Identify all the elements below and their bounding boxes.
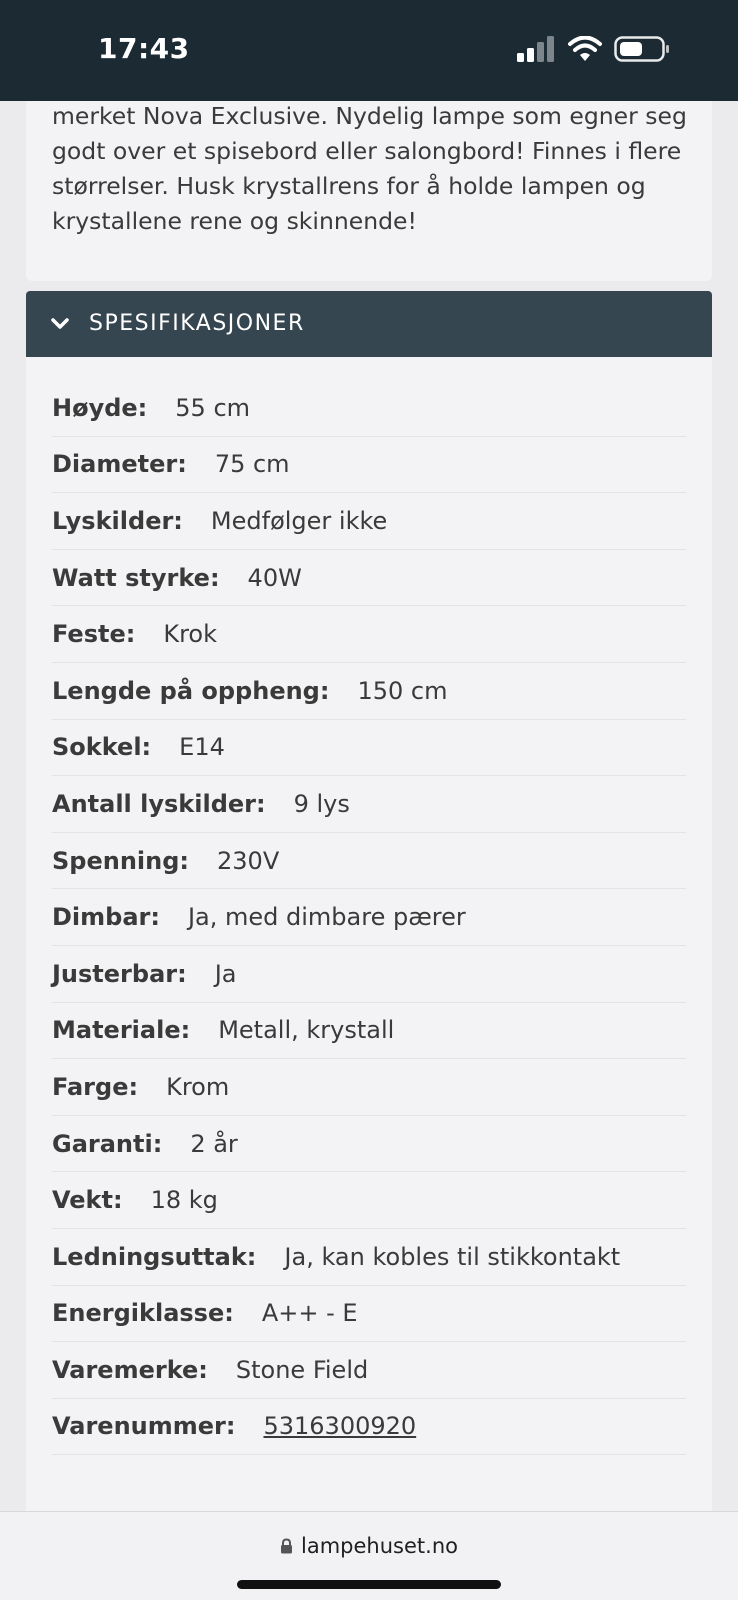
lock-icon bbox=[281, 1538, 293, 1554]
item-number-link[interactable]: 5316300920 bbox=[263, 1412, 416, 1440]
specifications-accordion-header[interactable]: SPESIFIKASJONER bbox=[26, 291, 712, 357]
home-indicator[interactable] bbox=[237, 1580, 501, 1589]
spec-label: Dimbar: bbox=[52, 903, 160, 932]
spec-value: Metall, krystall bbox=[218, 1016, 395, 1045]
spec-label: Lengde på oppheng: bbox=[52, 676, 330, 705]
spec-row: Vekt: 18 kg bbox=[52, 1172, 686, 1229]
spec-label: Feste: bbox=[52, 620, 136, 649]
battery-icon bbox=[614, 36, 669, 62]
description-card: merket Nova Exclusive. Nydelig lampe som… bbox=[26, 101, 712, 281]
spec-value: Krom bbox=[166, 1072, 230, 1101]
url-text: lampehuset.no bbox=[301, 1534, 458, 1558]
spec-value: A++ - E bbox=[261, 1299, 358, 1328]
spec-row: Varemerke: Stone Field bbox=[52, 1342, 686, 1399]
spec-row: Diameter: 75 cm bbox=[52, 437, 686, 494]
spec-value: 230V bbox=[217, 846, 280, 875]
spec-row: Farge: Krom bbox=[52, 1059, 686, 1116]
specifications-list: Høyde: 55 cm Diameter: 75 cm Lyskilder: Medfø… bbox=[52, 380, 686, 1456]
spec-row: Lyskilder: Medfølger ikke bbox=[52, 493, 686, 550]
spec-value: Medfølger ikke bbox=[210, 506, 388, 535]
spec-value: Krok bbox=[163, 620, 218, 649]
spec-value: Ja bbox=[214, 959, 237, 988]
spec-label: Høyde: bbox=[52, 393, 148, 422]
spec-label: Varenummer: bbox=[52, 1412, 236, 1441]
status-time: 17:43 bbox=[98, 32, 190, 65]
specifications-body: Høyde: 55 cm Diameter: 75 cm Lyskilder: Medfø… bbox=[26, 357, 712, 1511]
spec-row: Dimbar: Ja, med dimbare pærer bbox=[52, 889, 686, 946]
wifi-icon bbox=[568, 36, 602, 61]
spec-value: 18 kg bbox=[150, 1186, 218, 1215]
spec-value: Ja, kan kobles til stikkontakt bbox=[284, 1242, 621, 1271]
spec-label: Materiale: bbox=[52, 1016, 191, 1045]
description-text: merket Nova Exclusive. Nydelig lampe som… bbox=[52, 102, 687, 235]
address-bar[interactable]: lampehuset.no bbox=[0, 1534, 738, 1558]
spec-row: Varenummer: 5316300920 bbox=[52, 1399, 686, 1456]
status-icons bbox=[516, 34, 676, 64]
spec-row: Spenning: 230V bbox=[52, 833, 686, 890]
spec-label: Justerbar: bbox=[52, 959, 187, 988]
spec-label: Farge: bbox=[52, 1072, 139, 1101]
spec-label: Antall lyskilder: bbox=[52, 789, 266, 818]
spec-label: Ledningsuttak: bbox=[52, 1242, 257, 1271]
browser-bottom-bar: lampehuset.no bbox=[0, 1511, 738, 1600]
spec-row: Materiale: Metall, krystall bbox=[52, 1003, 686, 1060]
spec-row: Garanti: 2 år bbox=[52, 1116, 686, 1173]
specifications-title: SPESIFIKASJONER bbox=[89, 311, 305, 336]
spec-row: Feste: Krok bbox=[52, 606, 686, 663]
spec-label: Spenning: bbox=[52, 846, 190, 875]
spec-label: Vekt: bbox=[52, 1186, 123, 1215]
page-content[interactable]: merket Nova Exclusive. Nydelig lampe som… bbox=[0, 101, 738, 1511]
spec-label: Lyskilder: bbox=[52, 506, 183, 535]
spec-value: 75 cm bbox=[214, 450, 290, 479]
status-bar: 17:43 bbox=[0, 0, 738, 101]
spec-value: 9 lys bbox=[293, 789, 350, 818]
spec-label: Diameter: bbox=[52, 450, 187, 479]
spec-row: Høyde: 55 cm bbox=[52, 380, 686, 437]
spec-row: Energiklasse: A++ - E bbox=[52, 1286, 686, 1343]
spec-value: Ja, med dimbare pærer bbox=[187, 903, 466, 932]
spec-label: Energiklasse: bbox=[52, 1299, 234, 1328]
spec-label: Garanti: bbox=[52, 1129, 163, 1158]
spec-label: Watt styrke: bbox=[52, 563, 220, 592]
spec-label: Varemerke: bbox=[52, 1355, 208, 1384]
spec-row: Sokkel: E14 bbox=[52, 720, 686, 777]
spec-label: Sokkel: bbox=[52, 733, 152, 762]
spec-value: 40W bbox=[247, 563, 302, 592]
spec-row: Justerbar: Ja bbox=[52, 946, 686, 1003]
signal-icon bbox=[517, 36, 554, 62]
spec-value: 55 cm bbox=[175, 393, 251, 422]
spec-value: 2 år bbox=[190, 1129, 238, 1158]
spec-row: Watt styrke: 40W bbox=[52, 550, 686, 607]
spec-value: E14 bbox=[179, 733, 225, 762]
spec-row: Antall lyskilder: 9 lys bbox=[52, 776, 686, 833]
next-section-peek: – bbox=[52, 1499, 82, 1511]
chevron-down-icon bbox=[51, 318, 69, 329]
spec-row: Lengde på oppheng: 150 cm bbox=[52, 663, 686, 720]
spec-value: 150 cm bbox=[357, 676, 448, 705]
spec-row: Ledningsuttak: Ja, kan kobles til stikkon… bbox=[52, 1229, 686, 1286]
spec-value: Stone Field bbox=[235, 1355, 369, 1384]
